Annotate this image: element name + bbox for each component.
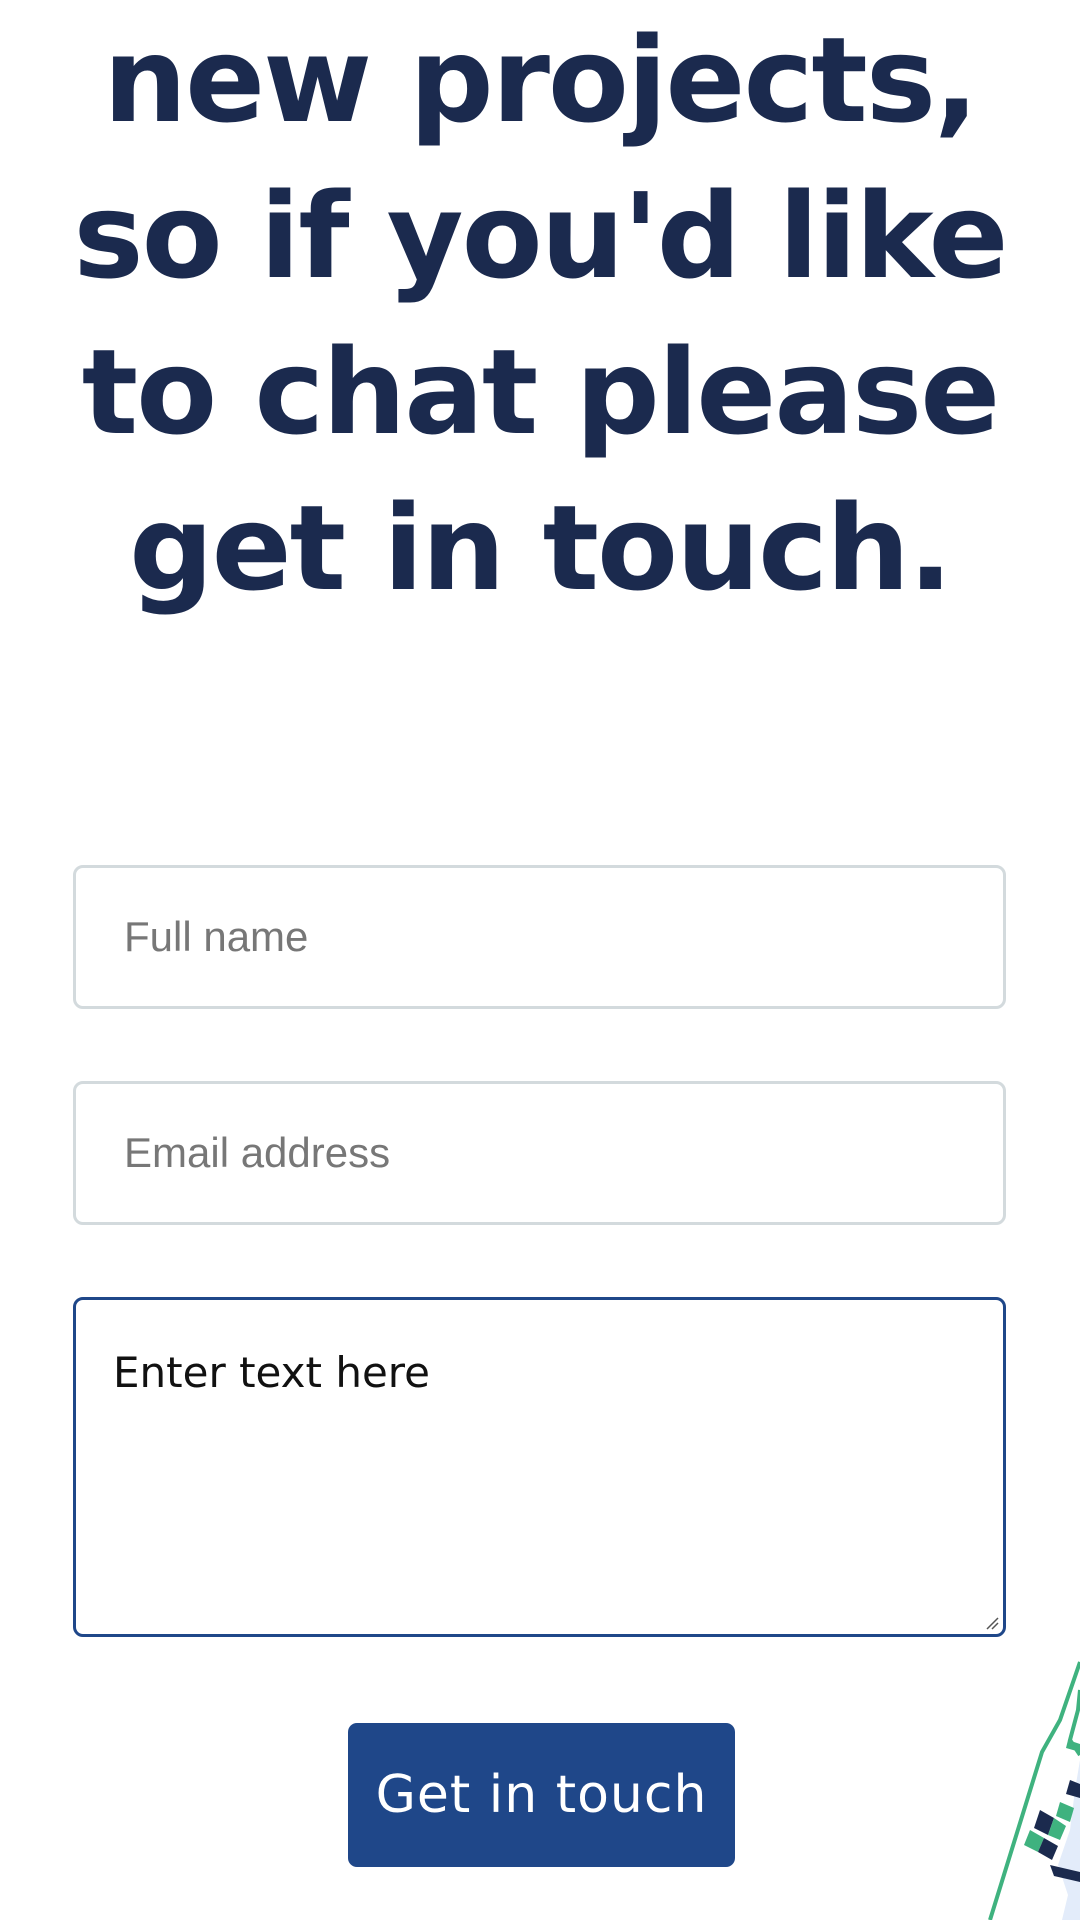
email-address-placeholder: Email address [124,1129,391,1176]
headline-line-3: to chat please [81,323,1000,461]
get-in-touch-label: Get in touch [375,1765,708,1825]
headline-line-2: so if you'd like [73,167,1008,305]
get-in-touch-button[interactable]: Get in touch [348,1723,735,1867]
message-textarea[interactable]: Enter text here [73,1297,1006,1637]
message-text: Enter text here [113,1348,430,1397]
decorative-illustration [988,1661,1080,1920]
full-name-placeholder: Full name [124,913,309,960]
resize-grip-icon[interactable] [985,1616,999,1630]
headline-line-4: get in touch. [129,479,953,617]
contact-page: new projects, so if you'd like to chat p… [0,0,1080,1920]
full-name-input[interactable]: Full name [73,865,1006,1009]
headline-line-1: new projects, [103,11,979,149]
email-address-input[interactable]: Email address [73,1081,1006,1225]
